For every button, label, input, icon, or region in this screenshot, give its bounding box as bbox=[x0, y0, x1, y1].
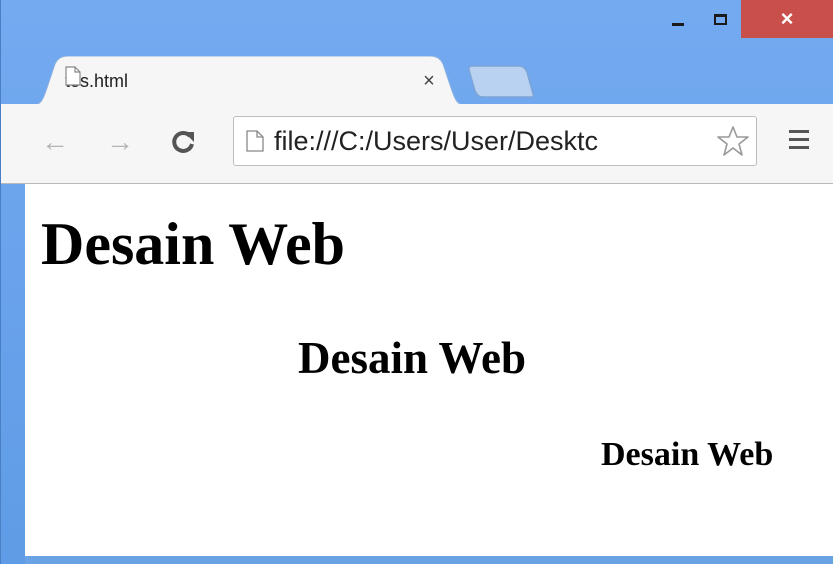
back-button[interactable]: ← bbox=[39, 126, 71, 158]
reload-button[interactable] bbox=[167, 126, 199, 158]
menu-icon[interactable] bbox=[789, 130, 809, 152]
url-text[interactable]: file:///C:/Users/User/Desktc bbox=[274, 126, 716, 157]
heading-left: Desain Web bbox=[41, 211, 345, 277]
tab-tes-html[interactable]: tes.html × bbox=[29, 56, 469, 106]
menu-bar-3 bbox=[789, 146, 809, 149]
browser-window: × tes.html × ← → file:///C:/Users/User/D… bbox=[0, 0, 833, 564]
forward-button[interactable]: → bbox=[104, 126, 136, 158]
minimize-icon bbox=[672, 22, 684, 26]
close-window-button[interactable]: × bbox=[741, 0, 833, 38]
back-arrow-icon: ← bbox=[41, 126, 69, 157]
new-tab-button[interactable] bbox=[467, 64, 535, 98]
heading-center: Desain Web bbox=[298, 333, 526, 383]
reload-icon bbox=[172, 130, 194, 153]
tab-content: tes.html × bbox=[65, 66, 439, 96]
tab-title: tes.html bbox=[65, 70, 129, 91]
menu-bar-1 bbox=[789, 130, 809, 133]
browser-toolbar: ← → file:///C:/Users/User/Desktc bbox=[1, 104, 833, 184]
page-icon bbox=[246, 130, 264, 152]
window-controls: × bbox=[657, 0, 833, 38]
minimize-button[interactable] bbox=[657, 0, 699, 38]
maximize-icon bbox=[713, 13, 727, 25]
heading-right: Desain Web bbox=[601, 436, 774, 473]
star-icon[interactable] bbox=[716, 124, 750, 158]
page-viewport: Desain Web Desain Web Desain Web bbox=[25, 184, 833, 556]
maximize-button[interactable] bbox=[699, 0, 741, 38]
close-icon: × bbox=[780, 6, 794, 31]
page-icon bbox=[65, 66, 81, 86]
address-bar[interactable]: file:///C:/Users/User/Desktc bbox=[233, 116, 757, 166]
forward-arrow-icon: → bbox=[106, 126, 134, 157]
window-bottom-border bbox=[25, 556, 833, 564]
tab-close-icon[interactable]: × bbox=[419, 70, 439, 93]
menu-bar-2 bbox=[789, 138, 809, 141]
